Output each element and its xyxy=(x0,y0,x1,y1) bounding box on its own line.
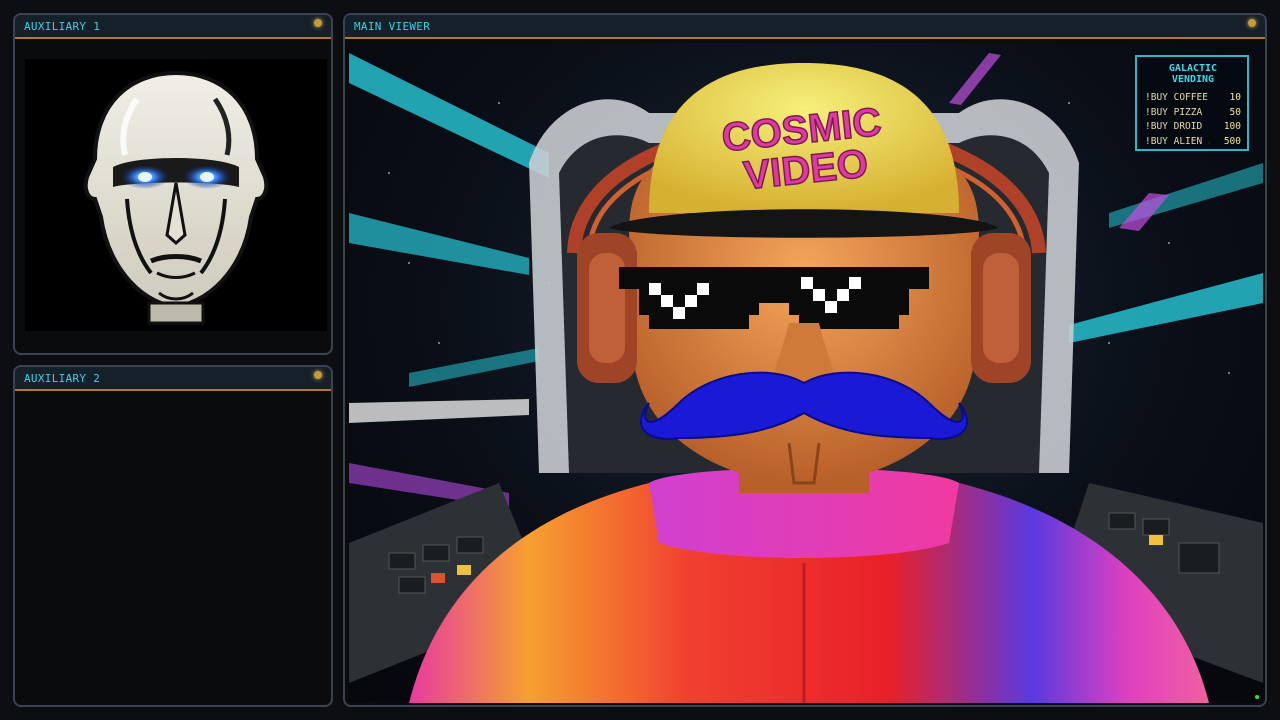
live-indicator-icon xyxy=(1255,695,1259,699)
vending-command: !BUY DROID xyxy=(1145,121,1203,132)
status-led-icon xyxy=(1248,19,1256,27)
auxiliary-2-header: AUXILIARY 2 xyxy=(15,367,331,391)
vending-cost: 10 xyxy=(1229,92,1241,103)
space-cockpit-scene: COSMIC VIDEO xyxy=(349,53,1263,703)
status-led-icon xyxy=(314,19,322,27)
auxiliary-2-panel: AUXILIARY 2 xyxy=(13,365,333,707)
vending-command: !BUY ALIEN xyxy=(1145,135,1203,147)
avatar-feed xyxy=(25,59,327,331)
main-viewer-title: MAIN VIEWER xyxy=(354,20,431,33)
status-led-icon xyxy=(314,371,322,379)
vending-item: !BUY PIZZA 50 xyxy=(1145,106,1241,121)
vending-cost: 500 xyxy=(1223,135,1241,147)
vending-item: !BUY ALIEN 500 xyxy=(1145,135,1241,150)
vending-item: !BUY COFFEE 10 xyxy=(1145,91,1241,106)
vending-item: !BUY DROID 100 xyxy=(1145,120,1241,135)
video-feed: COSMIC VIDEO GALACTIC VENDING !BUY COFFE… xyxy=(349,43,1263,703)
auxiliary-1-panel: AUXILIARY 1 xyxy=(13,13,333,355)
auxiliary-1-title: AUXILIARY 1 xyxy=(24,20,101,33)
vending-title: GALACTIC VENDING xyxy=(1168,63,1218,85)
auxiliary-1-header: AUXILIARY 1 xyxy=(15,15,331,39)
main-viewer-header: MAIN VIEWER xyxy=(345,15,1265,39)
vending-cost: 50 xyxy=(1229,106,1241,118)
vending-command: !BUY COFFEE xyxy=(1145,92,1208,103)
chrome-head-avatar-image xyxy=(25,59,327,331)
vending-cost: 100 xyxy=(1223,121,1241,132)
auxiliary-2-title: AUXILIARY 2 xyxy=(24,372,101,385)
main-viewer-panel: MAIN VIEWER COSMIC VIDEO GALACTIC VENDIN… xyxy=(343,13,1267,707)
galactic-vending-menu: GALACTIC VENDING !BUY COFFEE 10 !BUY PIZ… xyxy=(1135,55,1249,151)
vending-command: !BUY PIZZA xyxy=(1145,106,1203,118)
